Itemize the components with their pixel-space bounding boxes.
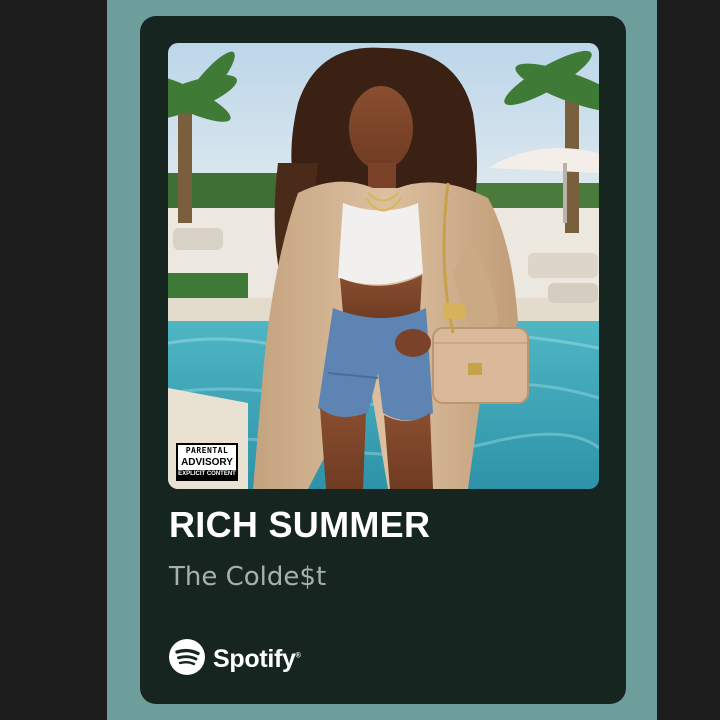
advisory-line2: ADVISORY: [181, 457, 233, 468]
advisory-line3: EXPLICIT CONTENT: [178, 470, 236, 479]
album-cover-image[interactable]: PARENTAL ADVISORY EXPLICIT CONTENT: [168, 43, 599, 489]
spotify-wordmark: Spotify®: [213, 644, 301, 673]
right-dark-border: [657, 0, 720, 720]
share-card[interactable]: PARENTAL ADVISORY EXPLICIT CONTENT RICH …: [140, 16, 626, 704]
artist-name[interactable]: The Colde$t: [169, 562, 326, 592]
spotify-logo-icon: [169, 639, 205, 679]
left-dark-border: [0, 0, 107, 720]
track-title[interactable]: RICH SUMMER: [169, 504, 430, 546]
spotify-brand[interactable]: Spotify®: [169, 639, 301, 679]
advisory-line1: PARENTAL: [185, 446, 229, 455]
parental-advisory-label: PARENTAL ADVISORY EXPLICIT CONTENT: [176, 443, 238, 481]
